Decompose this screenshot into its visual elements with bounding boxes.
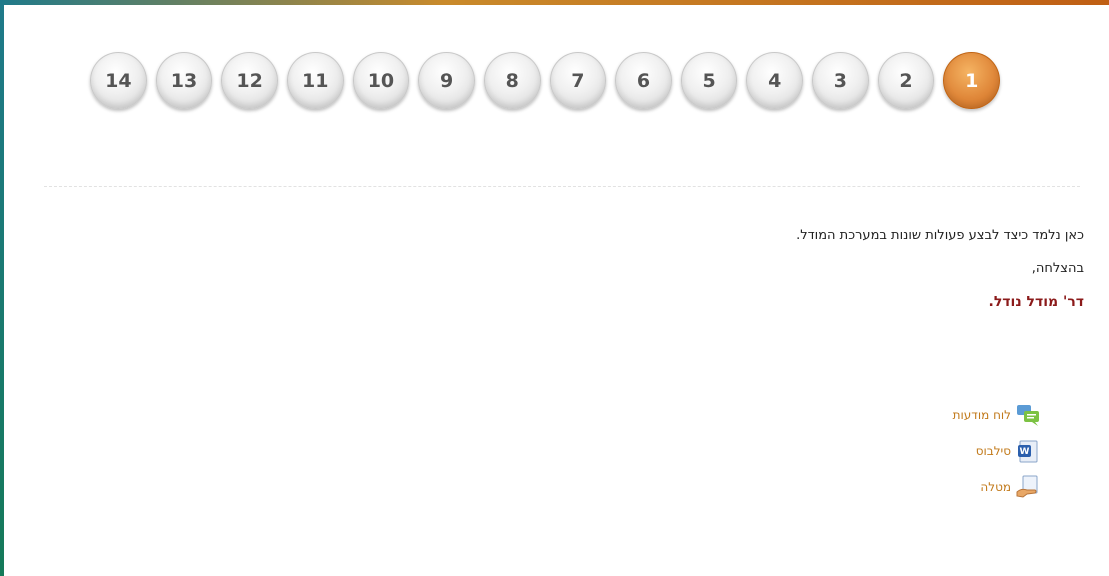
svg-text:W: W: [1020, 447, 1030, 457]
activity-syllabus[interactable]: W סילבוס: [953, 436, 1041, 466]
signature-text: דר' מודל נודל.: [988, 294, 1085, 310]
page-button-4[interactable]: 4: [746, 52, 804, 109]
section-divider: [44, 186, 1080, 187]
activity-forum-label[interactable]: לוח מודעות: [953, 408, 1011, 422]
page-button-13[interactable]: 13: [155, 52, 213, 109]
page-button-7[interactable]: 7: [549, 52, 607, 109]
page-button-8[interactable]: 8: [483, 52, 541, 109]
assignment-icon: [1016, 475, 1038, 498]
activity-syllabus-label[interactable]: סילבוס: [976, 444, 1011, 458]
page-button-1[interactable]: 1: [943, 52, 1000, 109]
page-button-2[interactable]: 2: [877, 52, 935, 109]
page-button-6[interactable]: 6: [615, 52, 672, 109]
left-border: [0, 0, 4, 576]
top-border: [0, 0, 1109, 5]
page-button-12[interactable]: 12: [221, 52, 278, 109]
page-button-9[interactable]: 9: [418, 52, 475, 109]
page-button-11[interactable]: 11: [286, 52, 344, 109]
greeting-text: בהצלחה,: [1031, 261, 1084, 276]
activity-assignment[interactable]: מטלה: [953, 472, 1041, 502]
activity-forum[interactable]: לוח מודעות: [953, 400, 1041, 430]
forum-icon: [1017, 405, 1039, 426]
activity-assignment-label[interactable]: מטלה: [980, 480, 1011, 494]
page-button-3[interactable]: 3: [812, 52, 869, 109]
page-button-5[interactable]: 5: [680, 52, 738, 109]
page-button-10[interactable]: 10: [352, 52, 410, 109]
activity-list: לוח מודעות W סילבוס מטלה: [953, 400, 1041, 508]
page-button-14[interactable]: 14: [90, 52, 147, 109]
intro-text: כאן נלמד כיצד לבצע פעולות שונות במערכת ה…: [796, 228, 1084, 243]
section-summary: כאן נלמד כיצד לבצע פעולות שונות במערכת ה…: [284, 228, 1084, 328]
section-pager: 1 2 3 4 5 6 7 8 9 10 11 12 13 14: [90, 52, 1000, 112]
word-document-icon: W: [1018, 440, 1038, 463]
